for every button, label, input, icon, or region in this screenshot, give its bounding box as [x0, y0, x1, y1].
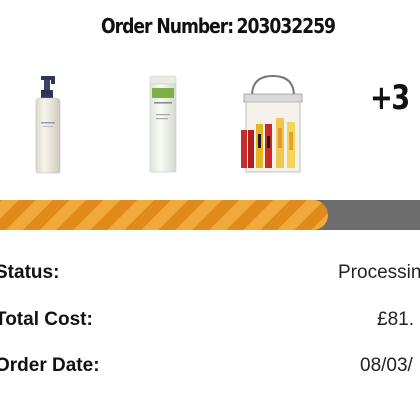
product-image-gift-bag [241, 74, 303, 173]
order-progress-fill [0, 200, 328, 230]
total-cost-label: Total Cost: [0, 309, 93, 330]
order-title: Order Number: 203032259 [31, 14, 406, 38]
product-thumbnails [0, 70, 420, 180]
status-value: Processin [338, 262, 420, 283]
order-date-label: Order Date: [0, 355, 100, 376]
product-image-green-bottle [149, 75, 177, 173]
order-date-row: Order Date: 08/03/ [0, 355, 420, 381]
order-card[interactable]: Order Number: 203032259 +3 Status: Proce… [0, 0, 420, 420]
more-items-count[interactable]: +3 [370, 78, 410, 118]
status-label: Status: [0, 262, 60, 283]
total-cost-value: £81. [377, 309, 414, 330]
total-cost-row: Total Cost: £81. [0, 309, 420, 335]
order-progress-bar [0, 200, 420, 230]
order-number-label: Order Number: [101, 14, 234, 38]
status-row: Status: Processin [0, 262, 420, 288]
order-number: 203032259 [236, 14, 336, 38]
product-image-white-bottle [35, 76, 61, 174]
order-date-value: 08/03/ [360, 355, 413, 376]
